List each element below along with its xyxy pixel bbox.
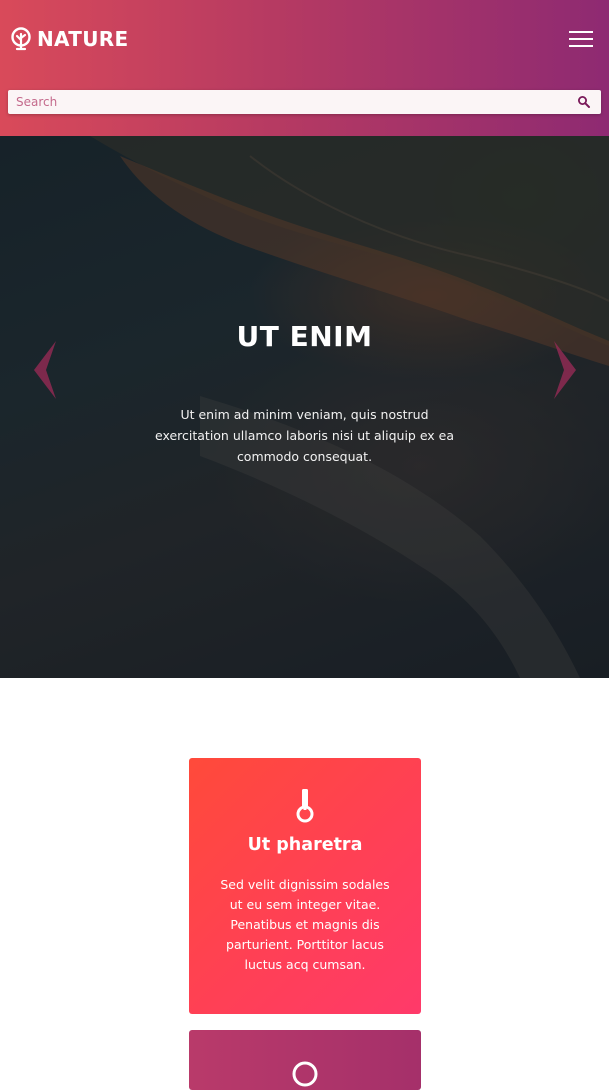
- hero-text: Ut enim ad minim veniam, quis nostrud ex…: [154, 407, 455, 464]
- logo-text: NATURE: [37, 27, 129, 51]
- thermometer-icon: [296, 789, 314, 823]
- feature-card: [189, 1030, 421, 1090]
- site-header: NATURE: [0, 0, 609, 136]
- tree-icon: [11, 27, 31, 51]
- hero-carousel: UT ENIM Ut enim ad minim veniam, quis no…: [0, 136, 609, 678]
- logo[interactable]: NATURE: [8, 24, 128, 54]
- search-bar: [8, 90, 601, 114]
- hero-title: UT ENIM: [236, 320, 373, 353]
- card-text: Sed velit dignissim sodales ut eu sem in…: [220, 877, 390, 972]
- card-title: Ut pharetra: [247, 835, 363, 855]
- feature-card: Ut pharetra Sed velit dignissim sodales …: [189, 758, 421, 1014]
- circle-icon: [292, 1061, 318, 1087]
- search-input[interactable]: [8, 90, 568, 114]
- hamburger-menu-icon[interactable]: [569, 28, 597, 50]
- search-icon[interactable]: [577, 95, 591, 109]
